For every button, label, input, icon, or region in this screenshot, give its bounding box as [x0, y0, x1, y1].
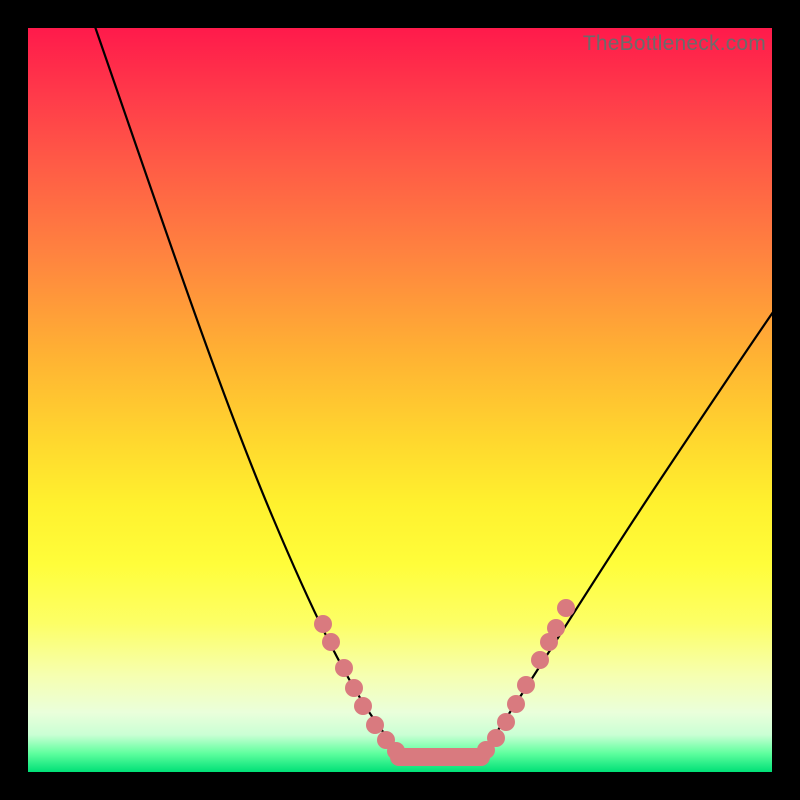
- chart-svg: [28, 28, 772, 772]
- dot: [354, 697, 372, 715]
- frame: TheBottleneck.com: [0, 0, 800, 800]
- flat-bottom-bar: [390, 748, 490, 766]
- dot: [487, 729, 505, 747]
- dot: [322, 633, 340, 651]
- dot: [387, 742, 405, 760]
- dot: [547, 619, 565, 637]
- dot: [314, 615, 332, 633]
- dot: [366, 716, 384, 734]
- dot: [557, 599, 575, 617]
- right-dots: [477, 599, 575, 759]
- dot: [497, 713, 515, 731]
- dot: [517, 676, 535, 694]
- dot: [507, 695, 525, 713]
- plot-area: TheBottleneck.com: [28, 28, 772, 772]
- dot: [335, 659, 353, 677]
- watermark: TheBottleneck.com: [583, 32, 766, 56]
- dot: [345, 679, 363, 697]
- left-dots: [314, 615, 405, 760]
- curve-left: [92, 28, 400, 752]
- dot: [531, 651, 549, 669]
